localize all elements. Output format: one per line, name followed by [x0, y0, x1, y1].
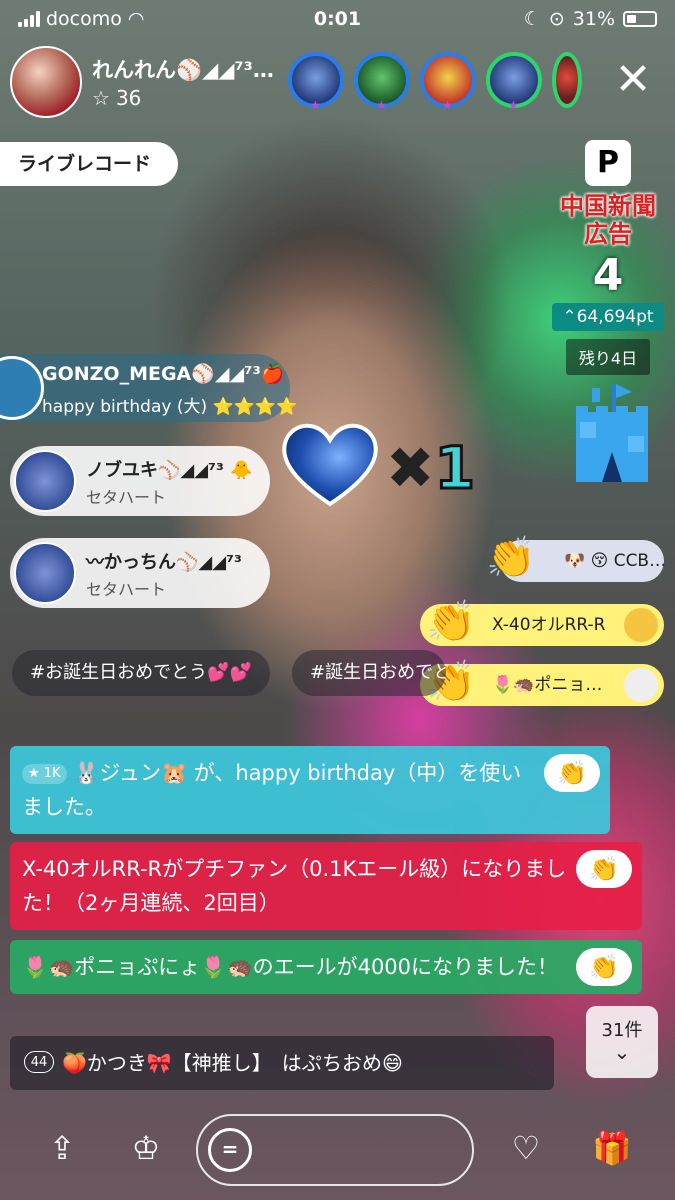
reactor-avatar [624, 668, 658, 702]
comment-input[interactable]: = [196, 1114, 474, 1186]
battery-icon [623, 11, 657, 27]
badge: ★ 1K [22, 764, 67, 784]
hashtag-chip[interactable]: #誕生日おめでとう [292, 650, 446, 696]
star-count[interactable]: ☆ 36 [92, 86, 141, 110]
viewer-avatar[interactable]: ★ [420, 52, 476, 112]
reaction-user: X-40オルRR-R [492, 615, 606, 635]
gift-notification: 〰かっちん⚾◢◢⁷³ セタハート [10, 538, 270, 608]
star-icon: ☆ [92, 86, 110, 110]
gift-notification: GONZO_MEGA⚾◢◢⁷³🍎 happy birthday (大) ⭐⭐⭐⭐ [0, 354, 297, 422]
multiplier-number: 1 [433, 433, 476, 504]
reaction-user: 🌷🦔ポニョ… [492, 675, 603, 695]
event-ranking-widget[interactable]: P 中国新聞 広告 4 ⌃64,694pt 残り4日 [552, 140, 664, 375]
rotation-lock-icon: ⊙ [548, 8, 565, 30]
gifter-name: 〰かっちん⚾◢◢⁷³ [86, 552, 242, 573]
moon-icon: ☾ [523, 8, 541, 30]
share-icon[interactable]: ⇪ [42, 1128, 82, 1168]
gift-name: happy birthday (大) ⭐⭐⭐⭐ [42, 397, 298, 417]
user-comment: 44 🍑かつき🎀【神推し】 はぷちおめ😄 [10, 1036, 554, 1090]
gift-name: セタハート [86, 488, 167, 507]
status-right: ☾ ⊙ 31% [524, 8, 657, 30]
multiplier-sign: ✖ [386, 434, 435, 502]
gift-notification: ノブユキ⚾◢◢⁷³ 🐥 セタハート [10, 446, 270, 516]
heart-gift-icon [282, 423, 378, 507]
event-rank: 4 [592, 250, 624, 301]
heart-icon[interactable]: ♡ [506, 1128, 546, 1168]
viewer-avatar[interactable]: ★ [288, 52, 344, 112]
reaction-tag[interactable]: 👏 🐶 😚 CCB… [486, 535, 667, 582]
clap-button[interactable]: 👏 [576, 850, 632, 888]
gifter-name: ノブユキ⚾◢◢⁷³ 🐥 [86, 460, 253, 481]
viewer-avatar[interactable]: ★ [486, 52, 542, 112]
gifter-avatar[interactable] [0, 356, 44, 420]
streamer-avatar[interactable] [10, 46, 82, 118]
event-points: ⌃64,694pt [552, 303, 664, 331]
castle-icon[interactable] [572, 382, 652, 492]
status-bar: docomo ◠ 0:01 ☾ ⊙ 31% [0, 0, 675, 38]
crown-icon[interactable]: ♔ [126, 1128, 166, 1168]
battery-percent: 31% [572, 8, 615, 30]
event-logo: P [585, 140, 631, 186]
reactor-avatar [624, 608, 658, 642]
viewer-avatar[interactable] [552, 52, 582, 108]
chevron-down-icon: ⌄ [613, 1040, 631, 1064]
system-comment: X-40オルRR-Rがプチファン（0.1Kエール級）になりました！（2ヶ月連続、… [10, 842, 642, 930]
gifter-avatar[interactable] [14, 542, 76, 604]
viewer-avatar[interactable]: ★ [354, 52, 410, 112]
heart-gift-count: ✖1 [386, 433, 476, 504]
clap-button[interactable]: 👏 [544, 754, 600, 792]
top-viewers: ★ ★ ★ ★ [288, 52, 582, 112]
streamer-name: れんれん⚾◢◢⁷³… [92, 58, 274, 82]
clap-icon: 👏 [486, 535, 536, 581]
user-level-badge: 44 [24, 1051, 54, 1073]
gifter-name: GONZO_MEGA⚾◢◢⁷³🍎 [42, 363, 285, 385]
live-record-button[interactable]: ライブレコード [0, 142, 178, 186]
chat-icon: = [208, 1128, 252, 1172]
comment-text: 🍑かつき🎀【神推し】 はぷちおめ😄 [62, 1051, 403, 1075]
streamer-profile[interactable]: れんれん⚾◢◢⁷³… ☆ 36 [10, 46, 274, 118]
comment-text: 🌷🦔ポニョぷにょ🌷🦔のエールが4000になりました！ [22, 955, 559, 979]
reaction-tag[interactable]: 👏 🌷🦔ポニョ… [420, 659, 664, 706]
event-title: 中国新聞 広告 [560, 192, 656, 248]
gift-icon[interactable]: 🎁 [592, 1128, 632, 1168]
clap-icon: 👏 [426, 599, 476, 645]
more-comments-count: 31件 [601, 1020, 643, 1041]
clap-button[interactable]: 👏 [576, 948, 632, 986]
gifter-avatar[interactable] [14, 450, 76, 512]
gift-name: セタハート [86, 580, 167, 599]
event-remaining: 残り4日 [566, 339, 650, 375]
system-comment: ★ 1K 🐰ジュン🐹 が、happy birthday（中）を使いました。 👏 [10, 746, 610, 834]
bottom-toolbar: ⇪ ♔ = ♡ 🎁 [0, 1110, 675, 1186]
more-comments-button[interactable]: 31件 ⌄ [586, 1006, 658, 1078]
system-comment: 🌷🦔ポニョぷにょ🌷🦔のエールが4000になりました！ 👏 [10, 940, 642, 994]
reaction-user: 🐶 😚 CCB… [564, 551, 667, 571]
comment-text: 🐰ジュン🐹 が、happy birthday（中）を使いました。 [22, 761, 522, 819]
comment-text: X-40オルRR-Rがプチファン（0.1Kエール級）になりました！（2ヶ月連続、… [22, 857, 567, 915]
close-button[interactable]: ✕ [613, 58, 653, 102]
hashtag-chip[interactable]: #お誕生日おめでとう💕💕 [12, 650, 270, 696]
reaction-tag[interactable]: 👏 X-40オルRR-R [420, 599, 664, 646]
star-count-value: 36 [115, 86, 142, 110]
